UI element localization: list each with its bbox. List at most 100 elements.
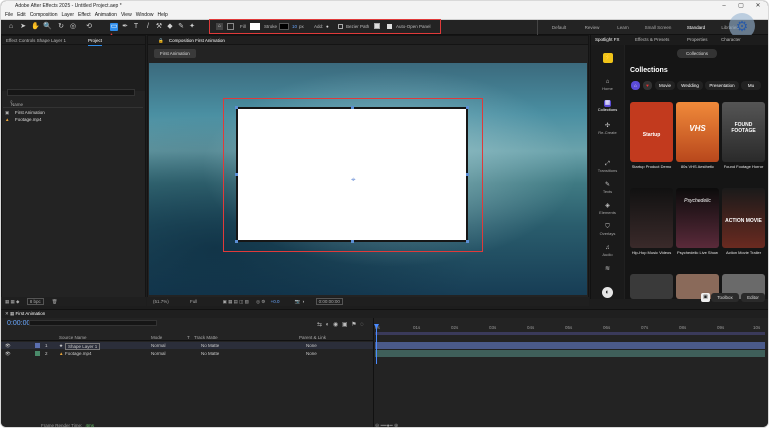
parent-dropdown[interactable]: None	[306, 350, 317, 357]
card-hip-hop[interactable]	[630, 188, 673, 248]
toolbox-button[interactable]: Toolbox	[711, 293, 739, 302]
zoom-tool-icon[interactable]: 🔍	[43, 23, 52, 31]
visibility-icon[interactable]: 👁	[5, 342, 11, 349]
playhead[interactable]	[376, 324, 377, 364]
bezier-checkbox[interactable]	[338, 24, 343, 29]
tab-effect-controls[interactable]: Effect Controls Shape Layer 1	[6, 38, 66, 43]
workspace-learn[interactable]: Learn	[610, 20, 636, 35]
snapshot-icon[interactable]: 📷 ◑	[295, 299, 305, 304]
clone-stamp-icon[interactable]: ⚒	[155, 23, 163, 31]
chip-movie[interactable]: Movie	[655, 81, 675, 90]
tab-effects-presets[interactable]: Effects & Presets	[635, 35, 669, 45]
auto-open-checkbox[interactable]	[387, 24, 392, 29]
chip-wedding[interactable]: Wedding	[677, 81, 703, 90]
zoom-slider[interactable]: ⊖ ━━●━ ⊕	[375, 423, 435, 427]
col-parent-link[interactable]: Parent & Link	[299, 334, 326, 341]
roto-brush-icon[interactable]: ✎	[177, 23, 185, 31]
card-found-footage[interactable]: FOUND FOOTAGE	[722, 102, 765, 162]
brush-tool-icon[interactable]: /	[144, 23, 152, 31]
menu-effect[interactable]: Effect	[78, 11, 91, 19]
layer-row-shape[interactable]: 👁 1 ★ Shape Layer 1 Normal No Matte None	[1, 342, 373, 350]
rotate-tool-icon[interactable]: ↻	[57, 23, 65, 31]
menu-help[interactable]: Help	[157, 11, 167, 19]
tab-first-animation[interactable]: First Animation	[16, 311, 46, 316]
card-thumbnail[interactable]	[630, 274, 673, 299]
zoom-dropdown[interactable]: (51.7%)	[153, 299, 169, 304]
minimize-icon[interactable]: –	[717, 1, 731, 11]
sidebar-item-home[interactable]: ⌂ Home	[591, 79, 624, 91]
mode-dropdown[interactable]: Normal	[151, 342, 166, 349]
account-icon[interactable]: ◐	[602, 287, 613, 298]
timeline-switches-icon[interactable]: ⇆ ◐ ◉ ▣ ⚑ ◌	[317, 321, 365, 328]
add-circle-icon[interactable]: ●	[326, 20, 329, 33]
tab-character[interactable]: Character	[721, 35, 741, 45]
menu-window[interactable]: Window	[136, 11, 154, 19]
sidebar-item-texts[interactable]: ✎ Texts	[591, 182, 624, 194]
favorites-heart-icon[interactable]: ♥	[643, 81, 652, 90]
col-t[interactable]: T	[187, 334, 190, 341]
time-ruler[interactable]: 0s 01s 02s 03s 04s 05s 06s 07s 08s 09s 1…	[375, 324, 765, 332]
workspace-default[interactable]: Default	[546, 20, 572, 35]
collections-button[interactable]: Collections	[677, 49, 717, 58]
tab-composition[interactable]: Composition First Animation	[169, 38, 225, 43]
sidebar-item-recreate[interactable]: ✣ Re-Create	[591, 123, 624, 135]
camera-snapshot-icon[interactable]: ◎ ⚙	[256, 299, 265, 304]
stroke-swatch[interactable]	[279, 23, 289, 30]
align-icon[interactable]: ⌂	[216, 23, 223, 30]
sidebar-item-elements[interactable]: ◈ Elements	[591, 203, 624, 215]
project-item-footage[interactable]: ▲ Footage.mp4	[3, 116, 143, 123]
comp-breadcrumb[interactable]: First Animation	[154, 49, 196, 58]
matte-dropdown[interactable]: No Matte	[201, 342, 219, 349]
type-tool-icon[interactable]: T	[132, 23, 140, 31]
project-search-input[interactable]: ⌕	[7, 89, 135, 105]
card-action-movie[interactable]: ACTION MOVIE	[722, 188, 765, 248]
pen-tool-icon[interactable]: ✒	[121, 23, 129, 31]
work-area-bar[interactable]	[375, 332, 765, 335]
fill-swatch[interactable]	[250, 23, 260, 30]
visibility-icon[interactable]: 👁	[5, 350, 11, 357]
chip-presentation[interactable]: Presentation	[705, 81, 739, 90]
mode-dropdown[interactable]: Normal	[151, 350, 166, 357]
toolbox-icon[interactable]: ▣	[701, 293, 710, 302]
eraser-tool-icon[interactable]: ◆	[166, 23, 174, 31]
puppet-pin-icon[interactable]: ✦	[188, 23, 196, 31]
maximize-icon[interactable]: ▢	[734, 1, 748, 11]
sidebar-item-collections[interactable]: ▦ Collections	[591, 100, 624, 112]
col-source-name[interactable]: Source Name	[59, 334, 87, 341]
lock-icon[interactable]: 🔒	[158, 38, 164, 43]
menu-layer[interactable]: Layer	[61, 11, 74, 19]
view-options-icon[interactable]: ▣ ▦ ▤ ◫ ▧	[223, 299, 249, 304]
stroke-width-value[interactable]: 10	[292, 20, 297, 33]
menu-file[interactable]: File	[5, 11, 13, 19]
timeline-search-input[interactable]	[29, 320, 157, 326]
parent-dropdown[interactable]: None	[306, 342, 317, 349]
tab-spotlight-fx[interactable]: Spotlight FX	[595, 35, 620, 45]
hand-tool-icon[interactable]: ✋	[31, 23, 40, 31]
label-color[interactable]	[35, 343, 40, 348]
resolution-dropdown[interactable]: Full	[190, 299, 197, 304]
menu-edit[interactable]: Edit	[17, 11, 26, 19]
layer-name[interactable]: Footage.mp4	[65, 350, 92, 357]
camera-tool-icon[interactable]: ◎	[69, 23, 77, 31]
col-mode[interactable]: Mode	[151, 334, 162, 341]
sidebar-item-transitions[interactable]: ⤢ Transitions	[591, 161, 624, 173]
chip-music[interactable]: Mu	[741, 81, 761, 90]
workspace-review[interactable]: Review	[579, 20, 605, 35]
card-startup[interactable]: Startup	[630, 102, 673, 162]
close-icon[interactable]: ✕	[751, 1, 765, 11]
interpret-footage-icon[interactable]: ▦ ▦ ◆	[5, 299, 21, 304]
footage-layer-bar[interactable]	[375, 350, 765, 357]
bpc-button[interactable]: 8 bpc	[26, 298, 44, 305]
trash-icon[interactable]: 🗑	[52, 299, 58, 304]
workspace-standard[interactable]: Standard	[683, 20, 709, 35]
menu-animation[interactable]: Animation	[95, 11, 117, 19]
col-track-matte[interactable]: Track Matte	[194, 334, 218, 341]
project-item-composition[interactable]: ▣ First Animation	[3, 109, 143, 116]
home-chip-icon[interactable]: ⌂	[631, 81, 640, 90]
close-tab-icon[interactable]: ✕ ▦	[5, 311, 16, 316]
label-color[interactable]	[35, 351, 40, 356]
layer-row-footage[interactable]: 👁 2 ▲ Footage.mp4 Normal No Matte None	[1, 350, 373, 357]
rectangle-tool-icon[interactable]: ▭	[110, 23, 118, 31]
tab-properties[interactable]: Properties	[687, 35, 708, 45]
layer-name[interactable]: Shape Layer 1	[65, 342, 101, 350]
